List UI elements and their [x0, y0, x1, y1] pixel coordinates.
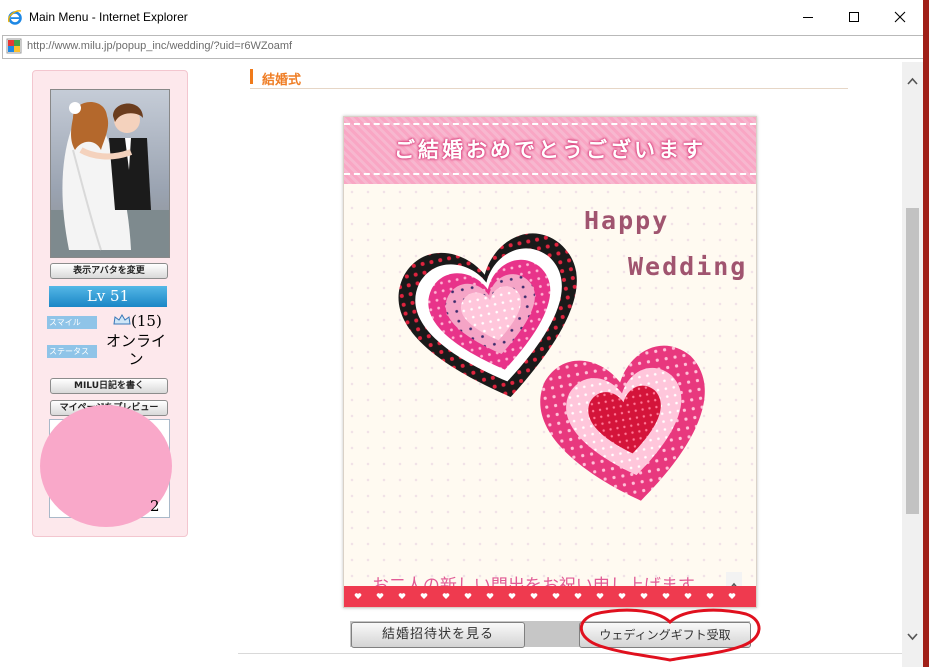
- scroll-down-arrow-icon[interactable]: [906, 632, 919, 642]
- close-icon: [894, 11, 906, 23]
- background-window-edge: [923, 0, 929, 667]
- section-title: 結婚式: [262, 73, 302, 88]
- site-favicon-icon: [6, 38, 22, 54]
- smile-label: スマイル: [47, 316, 97, 329]
- scroll-up-arrow-icon[interactable]: [906, 76, 919, 86]
- friend-count-fragment: 2: [150, 497, 160, 515]
- change-avatar-button[interactable]: 表示アバタを変更: [50, 263, 168, 279]
- view-invitation-button[interactable]: 結婚招待状を見る: [351, 622, 525, 648]
- card-body: Happy Wedding お二人の新しい門出をお祝い申し上げます。 これからも…: [344, 184, 756, 607]
- write-diary-button[interactable]: MILU日記を書く: [50, 378, 168, 394]
- status-value: オンライン: [105, 332, 166, 368]
- level-badge: Lv 51: [49, 286, 167, 307]
- smile-count: (15): [131, 312, 162, 330]
- avatar-image: [50, 89, 170, 258]
- hearts-illustration: [398, 233, 705, 501]
- internet-explorer-icon: [8, 10, 22, 25]
- section-accent-bar: [250, 69, 253, 84]
- scroll-thumb[interactable]: [906, 208, 919, 514]
- maximize-button[interactable]: [831, 2, 877, 32]
- card-title: ご結婚おめでとうございます: [394, 138, 706, 162]
- minimize-button[interactable]: [785, 2, 831, 32]
- page-scrollbar[interactable]: [902, 62, 923, 667]
- wedding-text: Wedding: [628, 252, 748, 281]
- card-header-band: ご結婚おめでとうございます: [344, 117, 756, 184]
- window-title: Main Menu - Internet Explorer: [29, 10, 188, 24]
- stitch-line: [344, 173, 756, 175]
- status-label: ステータス: [47, 345, 97, 358]
- title-bar: Main Menu - Internet Explorer: [0, 0, 929, 34]
- section-header: 結婚式: [250, 68, 848, 89]
- stitch-line: [344, 123, 756, 125]
- minimize-icon: [803, 17, 813, 18]
- url-text: http://www.milu.jp/popup_inc/wedding/?ui…: [27, 40, 293, 52]
- close-button[interactable]: [877, 2, 923, 32]
- wedding-card: ご結婚おめでとうございます Happy Wedding: [343, 116, 757, 608]
- crown-icon: [113, 314, 131, 325]
- address-bar[interactable]: http://www.milu.jp/popup_inc/wedding/?ui…: [2, 35, 924, 59]
- maximize-icon: [849, 12, 859, 22]
- red-annotation-outline: [579, 608, 761, 662]
- wedding-couple-illustration: [51, 101, 169, 257]
- happy-text: Happy: [584, 206, 670, 235]
